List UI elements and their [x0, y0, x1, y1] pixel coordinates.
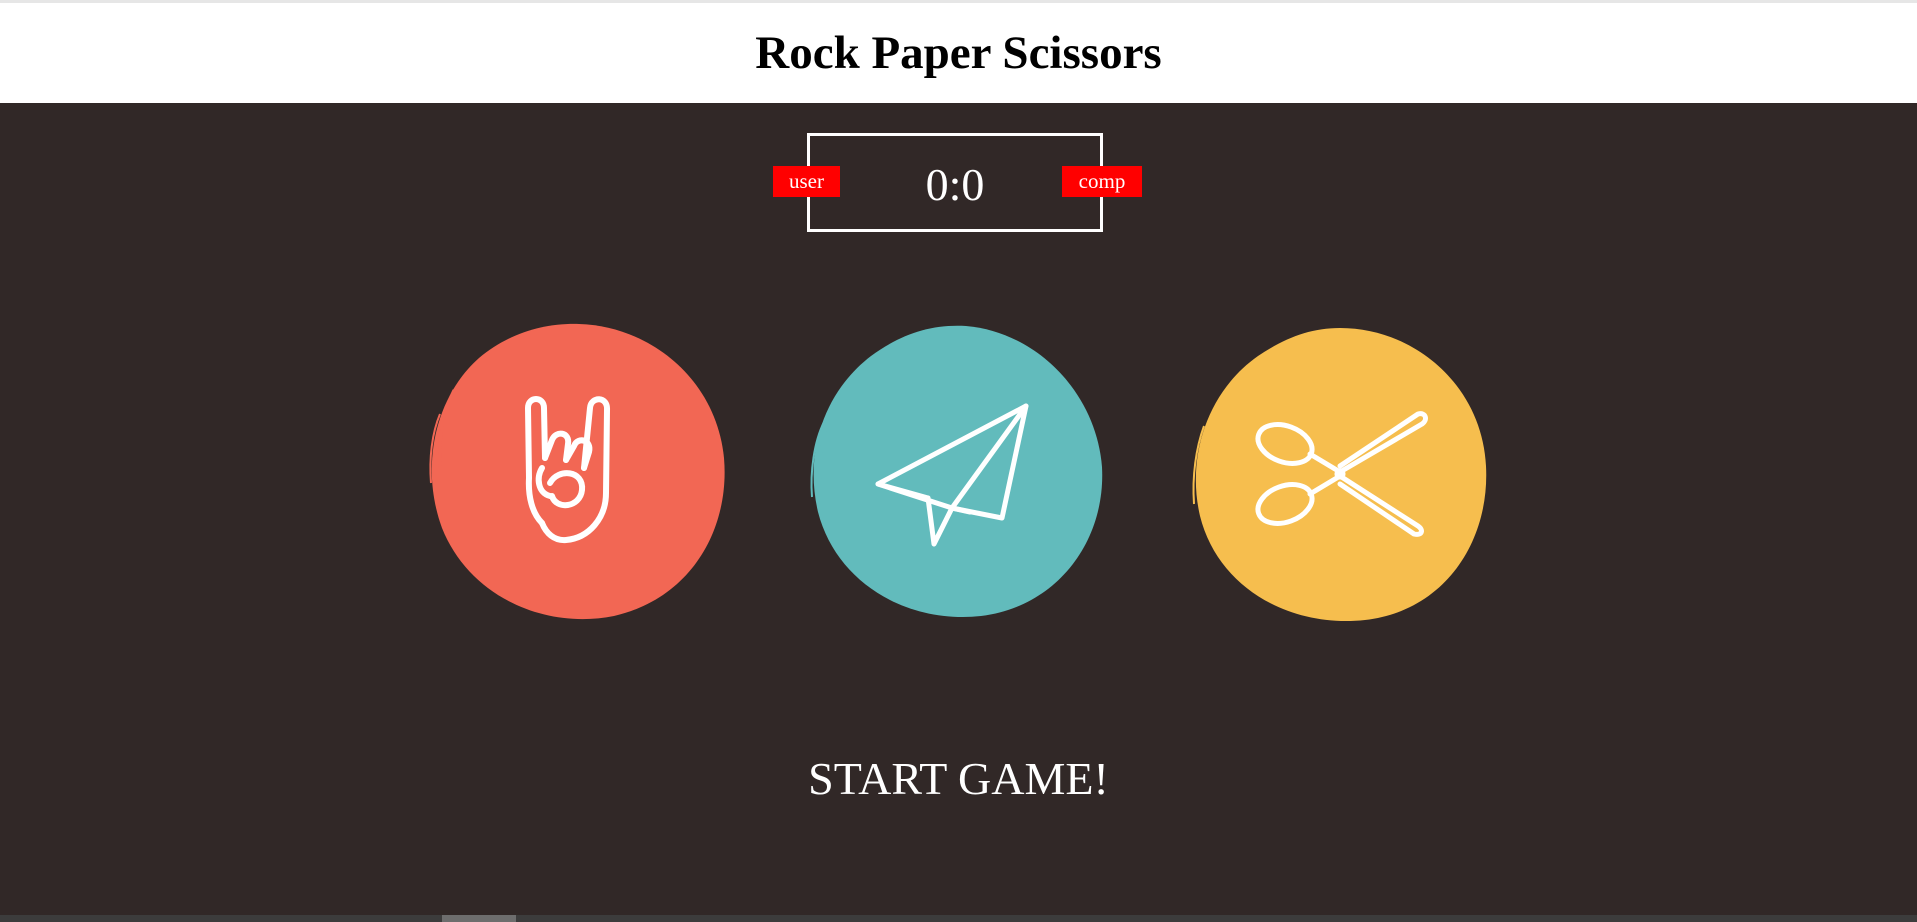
page-header: Rock Paper Scissors	[0, 3, 1917, 103]
paper-choice-button[interactable]	[806, 322, 1106, 622]
user-score-label: user	[773, 166, 840, 197]
rock-circle	[429, 323, 725, 620]
start-game-message[interactable]: START GAME!	[0, 752, 1917, 805]
paper-circle	[810, 325, 1103, 617]
score-display: 0:0	[925, 159, 985, 210]
page-title: Rock Paper Scissors	[755, 27, 1162, 79]
scissors-circle	[1192, 328, 1487, 622]
rock-choice-button[interactable]	[424, 318, 730, 624]
scrollbar-thumb[interactable]	[442, 915, 516, 922]
scoreboard: 0:0	[807, 133, 1103, 232]
scissors-choice-button[interactable]	[1190, 326, 1490, 626]
comp-score-label: comp	[1062, 166, 1142, 197]
horizontal-scrollbar[interactable]	[0, 915, 1917, 922]
